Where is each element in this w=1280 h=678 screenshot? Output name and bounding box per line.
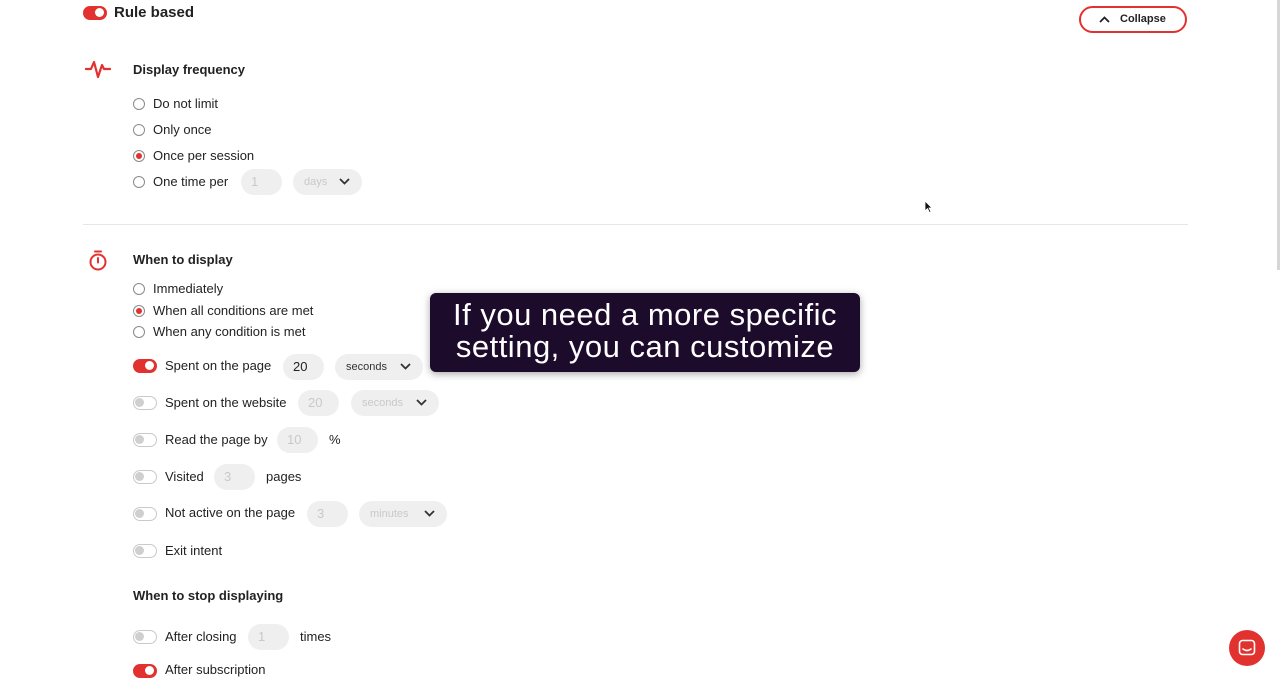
spent-on-website-label: Spent on the website [165, 395, 287, 410]
visited-suffix: pages [266, 469, 302, 484]
read-page-suffix: % [329, 432, 341, 447]
chevron-up-icon [1099, 16, 1110, 23]
spent-on-page-toggle[interactable] [133, 359, 157, 373]
chat-icon [1238, 639, 1256, 656]
read-page-toggle[interactable] [133, 433, 157, 447]
not-active-unit-value: minutes [370, 508, 409, 520]
tooltip-line-1: If you need a more specific [453, 297, 837, 332]
after-subscription-label: After subscription [165, 662, 266, 677]
visited-input[interactable]: 3 [214, 464, 255, 490]
collapse-label: Collapse [1120, 13, 1166, 25]
radio-label-all-conditions: When all conditions are met [153, 303, 314, 318]
radio-label-any-condition: When any condition is met [153, 324, 306, 339]
chevron-down-icon [416, 399, 427, 406]
radio-label-one-time-per: One time per [153, 174, 229, 189]
radio-any-condition[interactable] [133, 326, 145, 338]
section-divider [83, 224, 1188, 225]
visited-toggle[interactable] [133, 470, 157, 484]
not-active-input[interactable]: 3 [307, 501, 348, 527]
not-active-label: Not active on the page [165, 505, 296, 520]
when-to-stop-title: When to stop displaying [133, 588, 284, 603]
radio-label-do-not-limit: Do not limit [153, 96, 219, 111]
one-time-per-input[interactable]: 1 [241, 169, 282, 195]
read-page-label: Read the page by [165, 432, 268, 447]
radio-label-once-per-session: Once per session [153, 148, 255, 163]
radio-label-immediately: Immediately [153, 281, 224, 296]
not-active-toggle[interactable] [133, 507, 157, 521]
spent-on-website-input[interactable]: 20 [298, 390, 339, 416]
after-closing-input[interactable]: 1 [248, 624, 289, 650]
chevron-down-icon [339, 178, 350, 185]
radio-immediately[interactable] [133, 283, 145, 295]
after-closing-suffix: times [300, 629, 332, 644]
after-closing-label: After closing [165, 629, 237, 644]
spent-on-page-input[interactable]: 20 [283, 354, 324, 380]
pulse-icon [85, 60, 111, 79]
radio-do-not-limit[interactable] [133, 98, 145, 110]
rule-based-label: Rule based [114, 4, 195, 21]
spent-on-website-unit-select[interactable]: seconds [351, 390, 439, 416]
radio-only-once[interactable] [133, 124, 145, 136]
rule-based-toggle[interactable] [83, 6, 107, 20]
spent-on-page-unit-value: seconds [346, 361, 387, 373]
chevron-down-icon [424, 510, 435, 517]
exit-intent-toggle[interactable] [133, 544, 157, 558]
chevron-down-icon [400, 363, 411, 370]
chat-button[interactable] [1229, 630, 1265, 666]
after-closing-toggle[interactable] [133, 630, 157, 644]
spent-on-page-unit-select[interactable]: seconds [335, 354, 423, 380]
radio-one-time-per[interactable] [133, 176, 145, 188]
read-page-input[interactable]: 10 [277, 427, 318, 453]
radio-label-only-once: Only once [153, 122, 212, 137]
not-active-unit-select[interactable]: minutes [359, 501, 447, 527]
spent-on-page-label: Spent on the page [165, 358, 272, 373]
one-time-per-unit-value: days [304, 176, 328, 188]
timer-icon [89, 250, 107, 271]
radio-all-conditions[interactable] [133, 305, 145, 317]
mouse-cursor-icon [924, 200, 933, 213]
when-to-display-title: When to display [133, 252, 233, 267]
tooltip-line-2: setting, you can customize [455, 329, 835, 364]
spent-on-website-toggle[interactable] [133, 396, 157, 410]
exit-intent-label: Exit intent [165, 543, 223, 558]
tooltip-overlay: If you need a more specific setting, you… [430, 293, 860, 372]
collapse-button[interactable]: Collapse [1079, 6, 1187, 33]
visited-label: Visited [165, 469, 204, 484]
spent-on-website-unit-value: seconds [362, 397, 403, 409]
display-frequency-title: Display frequency [133, 62, 245, 77]
radio-once-per-session[interactable] [133, 150, 145, 162]
one-time-per-unit-select[interactable]: days [293, 169, 362, 195]
after-subscription-toggle[interactable] [133, 664, 157, 678]
